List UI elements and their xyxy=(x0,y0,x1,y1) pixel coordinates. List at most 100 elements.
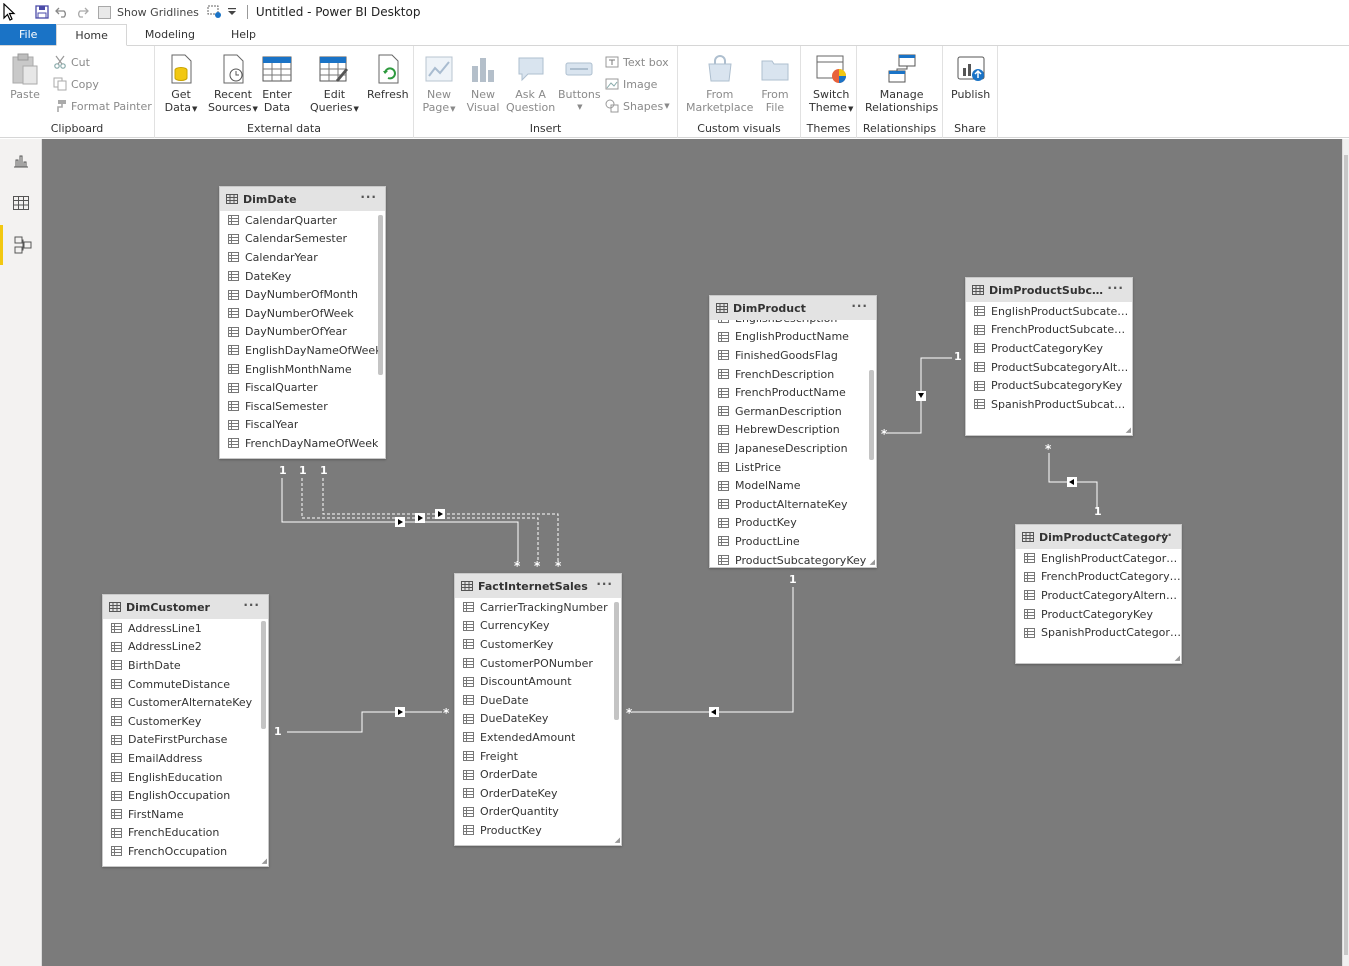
switch-theme-button[interactable]: Switch Theme▼ xyxy=(809,52,853,116)
field-row[interactable]: CalendarQuarter xyxy=(220,211,385,230)
data-view-button[interactable] xyxy=(0,183,42,223)
field-row[interactable]: FrenchDayNameOfWeek xyxy=(220,434,385,453)
buttons-button[interactable]: Buttons ▼ xyxy=(558,52,601,114)
more-options-icon[interactable]: ··· xyxy=(596,577,613,591)
field-row[interactable]: DateKey xyxy=(220,267,385,286)
field-row[interactable]: EnglishDescription xyxy=(710,320,876,328)
field-row[interactable]: AddressLine1 xyxy=(103,619,268,638)
snap-to-grid-icon[interactable] xyxy=(205,2,225,22)
table-header[interactable]: DimCustomer ··· xyxy=(103,595,268,619)
canvas-vertical-scrollbar[interactable] xyxy=(1342,139,1349,966)
table-card-dimproductsubcategory[interactable]: DimProductSubcate... ··· EnglishProductS… xyxy=(965,277,1133,436)
field-row[interactable]: HebrewDescription xyxy=(710,421,876,440)
field-row[interactable]: CustomerKey xyxy=(455,635,621,654)
field-row[interactable]: ProductCategoryKey xyxy=(1016,605,1181,624)
field-row[interactable]: ProductLine xyxy=(710,532,876,551)
copy-button[interactable]: Copy xyxy=(52,74,99,94)
field-row[interactable]: DiscountAmount xyxy=(455,672,621,691)
field-row[interactable]: FrenchEducation xyxy=(103,824,268,843)
from-marketplace-button[interactable]: From Marketplace xyxy=(686,52,753,114)
field-row[interactable]: FrenchProductName xyxy=(710,383,876,402)
field-row[interactable]: FirstName xyxy=(103,805,268,824)
field-row[interactable]: ProductCategoryAlternat... xyxy=(1016,586,1181,605)
field-row[interactable]: ProductKey xyxy=(455,821,621,840)
field-row[interactable]: SpanishProductSubcateg... xyxy=(966,395,1132,414)
manage-relationships-button[interactable]: Manage Relationships xyxy=(865,52,938,114)
recent-sources-button[interactable]: Recent Sources▼ xyxy=(208,52,258,116)
table-card-dimproduct[interactable]: DimProduct ··· EnglishDescriptionEnglish… xyxy=(709,295,877,568)
from-file-button[interactable]: From File xyxy=(758,52,792,114)
field-row[interactable]: AddressLine2 xyxy=(103,638,268,657)
save-icon[interactable] xyxy=(32,2,52,22)
field-row[interactable]: EmailAddress xyxy=(103,749,268,768)
scrollbar-thumb[interactable] xyxy=(1344,155,1348,955)
more-options-icon[interactable]: ··· xyxy=(243,598,260,612)
undo-icon[interactable] xyxy=(52,2,72,22)
publish-button[interactable]: Publish xyxy=(951,52,990,101)
field-row[interactable]: CommuteDistance xyxy=(103,675,268,694)
edit-queries-button[interactable]: Edit Queries▼ xyxy=(310,52,359,116)
field-row[interactable]: EnglishProductSubcatego... xyxy=(966,302,1132,321)
field-row[interactable]: OrderDateKey xyxy=(455,784,621,803)
image-button[interactable]: Image xyxy=(604,74,657,94)
field-row[interactable]: BirthDate xyxy=(103,656,268,675)
field-row[interactable]: EnglishOccupation xyxy=(103,786,268,805)
field-row[interactable]: FrenchProductSubcatego... xyxy=(966,321,1132,340)
field-row[interactable]: CurrencyKey xyxy=(455,617,621,636)
field-row[interactable]: JapaneseDescription xyxy=(710,439,876,458)
field-row[interactable]: CalendarSemester xyxy=(220,230,385,249)
field-row[interactable]: FrenchDescription xyxy=(710,365,876,384)
table-scrollbar[interactable] xyxy=(614,602,619,720)
table-card-dimproductcategory[interactable]: DimProductCategory ··· EnglishProductCat… xyxy=(1015,524,1182,664)
new-page-button[interactable]: New Page▼ xyxy=(422,52,456,116)
tab-home[interactable]: Home xyxy=(56,24,127,46)
field-row[interactable]: EnglishProductName xyxy=(710,328,876,347)
table-scrollbar[interactable] xyxy=(261,621,266,729)
table-scrollbar[interactable] xyxy=(378,215,383,375)
field-row[interactable]: CustomerKey xyxy=(103,712,268,731)
resize-handle-icon[interactable]: ◢ xyxy=(1126,426,1131,434)
field-row[interactable]: ProductAlternateKey xyxy=(710,495,876,514)
field-row[interactable]: ProductSubcategoryKey xyxy=(966,376,1132,395)
field-row[interactable]: OrderDate xyxy=(455,765,621,784)
field-row[interactable]: DateFirstPurchase xyxy=(103,731,268,750)
field-row[interactable]: EnglishProductCategory... xyxy=(1016,549,1181,568)
field-row[interactable]: FinishedGoodsFlag xyxy=(710,346,876,365)
table-header[interactable]: DimProduct ··· xyxy=(710,296,876,320)
field-row[interactable]: ModelName xyxy=(710,476,876,495)
field-row[interactable]: DayNumberOfYear xyxy=(220,323,385,342)
field-row[interactable]: FiscalQuarter xyxy=(220,378,385,397)
new-visual-button[interactable]: New Visual xyxy=(466,52,500,114)
field-row[interactable]: FrenchProductCategoryN... xyxy=(1016,568,1181,587)
tab-file[interactable]: File xyxy=(0,24,57,45)
table-header[interactable]: DimProductSubcate... ··· xyxy=(966,278,1132,302)
paste-button[interactable]: Paste xyxy=(8,52,42,101)
field-row[interactable]: FiscalSemester xyxy=(220,397,385,416)
field-row[interactable]: ProductCategoryKey xyxy=(966,339,1132,358)
field-row[interactable]: CustomerPONumber xyxy=(455,654,621,673)
format-painter-button[interactable]: Format Painter xyxy=(52,96,152,116)
relationship-line-date-3[interactable] xyxy=(322,478,559,562)
field-row[interactable]: EnglishMonthName xyxy=(220,360,385,379)
table-header[interactable]: DimDate ··· xyxy=(220,187,385,211)
field-row[interactable]: ProductKey xyxy=(710,514,876,533)
get-data-button[interactable]: Get Data▼ xyxy=(164,52,198,116)
enter-data-button[interactable]: Enter Data xyxy=(260,52,294,114)
show-gridlines-checkbox[interactable] xyxy=(98,5,111,19)
table-card-dimcustomer[interactable]: DimCustomer ··· AddressLine1 AddressLine2… xyxy=(102,594,269,867)
redo-icon[interactable] xyxy=(72,2,92,22)
more-options-icon[interactable]: ··· xyxy=(1156,528,1173,542)
field-row[interactable]: CustomerAlternateKey xyxy=(103,693,268,712)
more-options-icon[interactable]: ··· xyxy=(851,299,868,313)
field-row[interactable]: SpanishProductCategory... xyxy=(1016,623,1181,642)
tab-help[interactable]: Help xyxy=(213,24,274,45)
field-row[interactable]: ProductSubcategoryAlter... xyxy=(966,358,1132,377)
field-row[interactable]: DayNumberOfWeek xyxy=(220,304,385,323)
field-row[interactable]: OrderQuantity xyxy=(455,803,621,822)
resize-handle-icon[interactable]: ◢ xyxy=(615,836,620,844)
table-card-factinternetsales[interactable]: FactInternetSales ··· CarrierTrackingNum… xyxy=(454,573,622,846)
field-row[interactable]: FiscalYear xyxy=(220,416,385,435)
field-row[interactable]: DueDateKey xyxy=(455,710,621,729)
tab-modeling[interactable]: Modeling xyxy=(127,24,213,45)
field-row[interactable]: ExtendedAmount xyxy=(455,728,621,747)
